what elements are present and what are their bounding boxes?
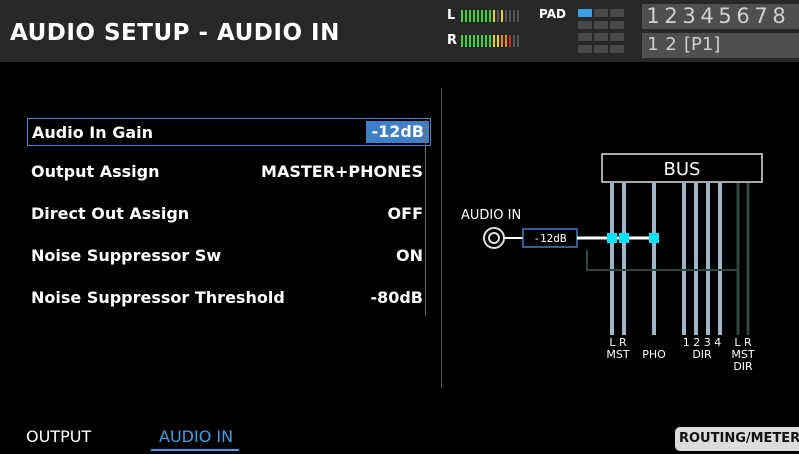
param-row-noise-suppressor-sw[interactable]: Noise Suppressor Sw ON [27, 242, 431, 270]
pad-cell [578, 45, 592, 53]
mst-label: MST [606, 348, 629, 361]
pad-cell [594, 21, 608, 29]
mst-dir-label-2: DIR [733, 360, 753, 373]
meter-segment [465, 35, 467, 47]
bank-number[interactable]: 6 [734, 4, 752, 28]
tab-audio-in-label: AUDIO IN [159, 427, 234, 446]
param-label: Direct Out Assign [31, 204, 190, 223]
meter-segment [485, 35, 487, 47]
bank-number[interactable]: 5 [716, 4, 734, 28]
pad-cell [594, 45, 608, 53]
meter-segment [501, 10, 503, 22]
dir-label: DIR [692, 348, 712, 361]
pad-cell [610, 9, 624, 17]
param-row-direct-out-assign[interactable]: Direct Out Assign OFF [27, 200, 431, 228]
audio-in-label: AUDIO IN [461, 208, 521, 223]
meter-segment [461, 35, 463, 47]
pad-cell [578, 9, 592, 17]
param-value[interactable]: -12dB [366, 121, 429, 143]
param-label: Noise Suppressor Threshold [31, 288, 285, 307]
meter-right-label: R [447, 33, 458, 48]
tab-output[interactable]: OUTPUT [26, 427, 91, 446]
meter-segment [493, 35, 495, 47]
sub-number[interactable]: 1 [644, 34, 662, 55]
meter-segment [517, 10, 519, 22]
bank-number[interactable]: 3 [680, 4, 698, 28]
param-label: Audio In Gain [32, 123, 153, 142]
pad-cell [578, 33, 592, 41]
meter-segment [505, 35, 507, 47]
meter-segment [477, 35, 479, 47]
param-label: Output Assign [31, 162, 160, 181]
tab-active-underline [151, 449, 240, 451]
meter-segment [509, 10, 511, 22]
gain-value: -12dB [533, 232, 566, 245]
pad-label: PAD [539, 7, 566, 21]
route-node-mst-r [619, 233, 629, 243]
param-value[interactable]: OFF [388, 204, 423, 223]
param-label: Noise Suppressor Sw [31, 246, 222, 265]
meter-segment [489, 10, 491, 22]
tab-audio-in[interactable]: AUDIO IN [151, 427, 240, 451]
bank-number[interactable]: 4 [698, 4, 716, 28]
meter-segment [497, 10, 499, 22]
meter-segment [517, 35, 519, 47]
meter-segment [513, 35, 515, 47]
routing-diagram: BUS AUDIO IN -12dB L R MST PHO 1 2 3 4 D… [461, 153, 763, 373]
pad-cell [610, 21, 624, 29]
meter-segment [473, 35, 475, 47]
direct-route-path [586, 250, 738, 271]
meter-segment [481, 10, 483, 22]
panel-divider [441, 88, 442, 388]
route-node-mst-l [607, 233, 617, 243]
meter-segment [493, 10, 495, 22]
pad-cell [578, 21, 592, 29]
bank-number[interactable]: 7 [752, 4, 770, 28]
meter-segment [485, 10, 487, 22]
param-row-audio-in-gain[interactable]: Audio In Gain -12dB [27, 118, 431, 146]
pad-cell [594, 33, 608, 41]
route-node-pho [649, 233, 659, 243]
bus-lines [610, 183, 722, 335]
header-bar: AUDIO SETUP - AUDIO IN L R PAD 12345678 … [0, 0, 799, 62]
bank-number-row: 12345678 [644, 4, 788, 28]
pad-cell [610, 45, 624, 53]
meter-segment [465, 10, 467, 22]
bank-number[interactable]: 1 [644, 4, 662, 28]
meter-segment [509, 35, 511, 47]
sub-number[interactable]: 2 [662, 34, 680, 55]
sub-number-row: 1 2 [P1] [644, 34, 720, 55]
meter-segment [497, 35, 499, 47]
routing-meter-button[interactable]: ROUTING/METER [675, 427, 799, 451]
bank-number[interactable]: 2 [662, 4, 680, 28]
bank-number[interactable]: 8 [770, 4, 788, 28]
param-row-output-assign[interactable]: Output Assign MASTER+PHONES [27, 158, 431, 186]
pad-cell [594, 9, 608, 17]
level-meter-left [461, 10, 523, 22]
meter-segment [473, 10, 475, 22]
routing-meter-label: ROUTING/METER [679, 431, 799, 446]
param-value[interactable]: -80dB [370, 288, 423, 307]
page-title: AUDIO SETUP - AUDIO IN [10, 20, 340, 46]
bus-label: BUS [664, 159, 701, 180]
meter-left-label: L [447, 8, 456, 23]
meter-segment [469, 35, 471, 47]
sub-page-label: [P1] [684, 34, 721, 55]
meter-segment [461, 10, 463, 22]
bus-lines-inactive [736, 183, 750, 335]
meter-segment [489, 35, 491, 47]
meter-segment [501, 35, 503, 47]
level-meter-right [461, 35, 523, 47]
list-scroll-indicator [425, 120, 426, 316]
meter-segment [481, 35, 483, 47]
param-row-noise-suppressor-threshold[interactable]: Noise Suppressor Threshold -80dB [27, 284, 431, 312]
pad-cell [610, 33, 624, 41]
param-value[interactable]: MASTER+PHONES [261, 162, 423, 181]
pho-label: PHO [642, 348, 666, 361]
meter-segment [505, 10, 507, 22]
meter-segment [469, 10, 471, 22]
param-value[interactable]: ON [396, 246, 423, 265]
meter-segment [477, 10, 479, 22]
meter-segment [513, 10, 515, 22]
